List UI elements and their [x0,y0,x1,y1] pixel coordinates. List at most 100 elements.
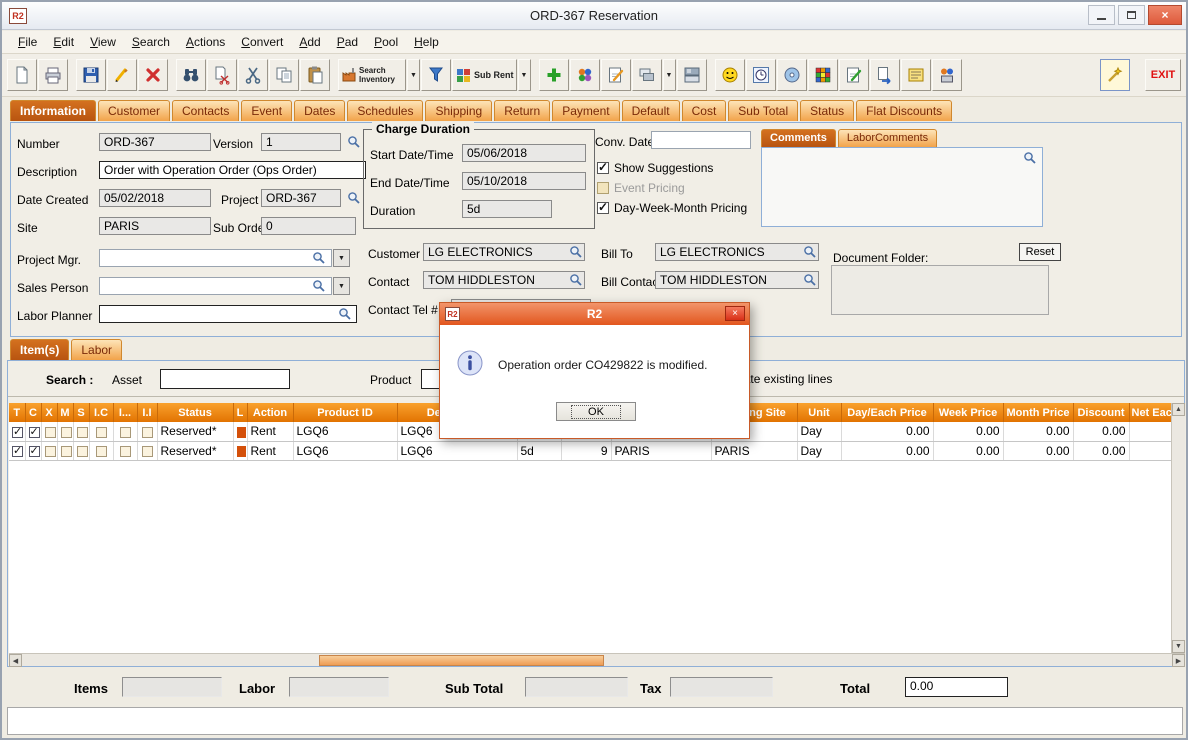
row-checkbox-cell[interactable] [57,441,73,460]
scroll-right-arrow[interactable]: ▶ [1172,654,1185,667]
row-checkbox-cell[interactable] [73,422,89,441]
grid-column-header-17[interactable]: Unit [797,403,841,422]
scroll-up-arrow[interactable]: ▲ [1172,403,1185,416]
duration-field[interactable]: 5d [462,200,552,218]
balls-print-button[interactable] [932,59,962,91]
row-checkbox-icon[interactable] [45,427,56,438]
tab-payment[interactable]: Payment [552,100,619,121]
cube-button[interactable] [808,59,838,91]
row-checkbox-icon[interactable] [29,427,40,438]
edit-note-green-button[interactable] [839,59,869,91]
row-checkbox-cell[interactable] [9,441,25,460]
row-checkbox-cell[interactable] [57,422,73,441]
report-button[interactable] [677,59,707,91]
cut-item-button[interactable] [207,59,237,91]
time-button[interactable] [746,59,776,91]
row-checkbox-cell[interactable] [137,441,157,460]
row-checkbox-icon[interactable] [96,446,107,457]
cards-dropdown[interactable]: ▼ [663,59,676,91]
grid-column-header-19[interactable]: Week Price [933,403,1003,422]
grid-column-header-11[interactable]: Product ID [293,403,397,422]
row-checkbox-cell[interactable] [25,441,41,460]
sales-person-search-icon[interactable] [312,279,326,293]
checkbox-icon[interactable] [597,162,609,174]
row-checkbox-cell[interactable] [113,422,137,441]
tab-customer[interactable]: Customer [98,100,170,121]
row-checkbox-icon[interactable] [120,427,131,438]
sales-person-field[interactable] [99,277,332,295]
tab-information[interactable]: Information [10,100,96,121]
labor-planner-search-icon[interactable] [338,307,352,321]
grid-column-header-4[interactable]: S [73,403,89,422]
menu-item-file[interactable]: File [10,32,45,52]
tab-cost[interactable]: Cost [682,100,727,121]
tab-dates[interactable]: Dates [294,100,345,121]
version-field[interactable]: 1 [261,133,341,151]
dialog-close-button[interactable]: × [725,306,745,321]
row-checkbox-cell[interactable] [25,422,41,441]
edit-note-button[interactable] [601,59,631,91]
scroll-left-arrow[interactable]: ◀ [9,654,22,667]
project-mgr-search-icon[interactable] [312,251,326,265]
grid-column-header-5[interactable]: I.C [89,403,113,422]
table-row[interactable]: Reserved*RentLGQ6LGQ65d9PARISPARISDay0.0… [9,441,1171,460]
sales-person-dropdown[interactable]: ▼ [333,277,350,295]
menu-item-edit[interactable]: Edit [45,32,82,52]
tab-sub-total[interactable]: Sub Total [728,100,798,121]
menu-item-view[interactable]: View [82,32,124,52]
row-checkbox-cell[interactable] [73,441,89,460]
save-button[interactable] [76,59,106,91]
sub-rent-dropdown[interactable]: ▼ [518,59,531,91]
paste-button[interactable] [300,59,330,91]
description-field[interactable]: Order with Operation Order (Ops Order) [99,161,366,179]
grid-column-header-7[interactable]: I.I [137,403,157,422]
row-checkbox-cell[interactable] [137,422,157,441]
pool-items-button[interactable] [570,59,600,91]
menu-item-pool[interactable]: Pool [366,32,406,52]
site-field[interactable]: PARIS [99,217,211,235]
tab-schedules[interactable]: Schedules [347,100,423,121]
comments-search-icon[interactable] [1023,151,1037,165]
day-week-month-checkbox[interactable]: Day-Week-Month Pricing [597,201,747,215]
row-checkbox-cell[interactable] [41,422,57,441]
grid-column-header-20[interactable]: Month Price [1003,403,1073,422]
tab-labor-comments[interactable]: LaborComments [838,129,937,147]
row-checkbox-cell[interactable] [113,441,137,460]
grid-column-header-1[interactable]: C [25,403,41,422]
end-date-field[interactable]: 05/10/2018 [462,172,586,190]
close-button[interactable]: × [1148,5,1182,25]
exit-button[interactable]: EXIT [1145,59,1181,91]
grid-column-header-3[interactable]: M [57,403,73,422]
menu-item-convert[interactable]: Convert [233,32,291,52]
copy-button[interactable] [269,59,299,91]
vertical-scrollbar[interactable]: ▲ ▼ [1171,403,1185,653]
menu-item-add[interactable]: Add [291,32,328,52]
row-checkbox-cell[interactable] [41,441,57,460]
menu-item-search[interactable]: Search [124,32,178,52]
conv-date-field[interactable] [651,131,751,149]
scroll-down-arrow[interactable]: ▼ [1172,640,1185,653]
start-date-field[interactable]: 05/06/2018 [462,144,586,162]
date-created-field[interactable]: 05/02/2018 [99,189,211,207]
row-checkbox-icon[interactable] [77,427,88,438]
tab-default[interactable]: Default [622,100,680,121]
bill-to-field[interactable]: LG ELECTRONICS [655,243,819,261]
minimize-button[interactable] [1088,5,1115,25]
row-checkbox-icon[interactable] [12,427,23,438]
grid-column-header-9[interactable]: L [233,403,247,422]
notes-list-button[interactable] [901,59,931,91]
project-search-icon[interactable] [347,191,361,205]
number-field[interactable]: ORD-367 [99,133,211,151]
tab-return[interactable]: Return [494,100,550,121]
row-checkbox-cell[interactable] [89,441,113,460]
tab-flat-discounts[interactable]: Flat Discounts [856,100,952,121]
ok-button[interactable]: OK [556,402,636,421]
dialog-title-bar[interactable]: R2 R2 × [440,303,749,325]
menu-item-help[interactable]: Help [406,32,447,52]
tab-labor[interactable]: Labor [71,339,122,360]
tab-comments[interactable]: Comments [761,129,836,147]
search-inventory-dropdown[interactable]: ▼ [407,59,420,91]
print-button[interactable] [38,59,68,91]
maximize-button[interactable] [1118,5,1145,25]
row-checkbox-icon[interactable] [61,446,72,457]
